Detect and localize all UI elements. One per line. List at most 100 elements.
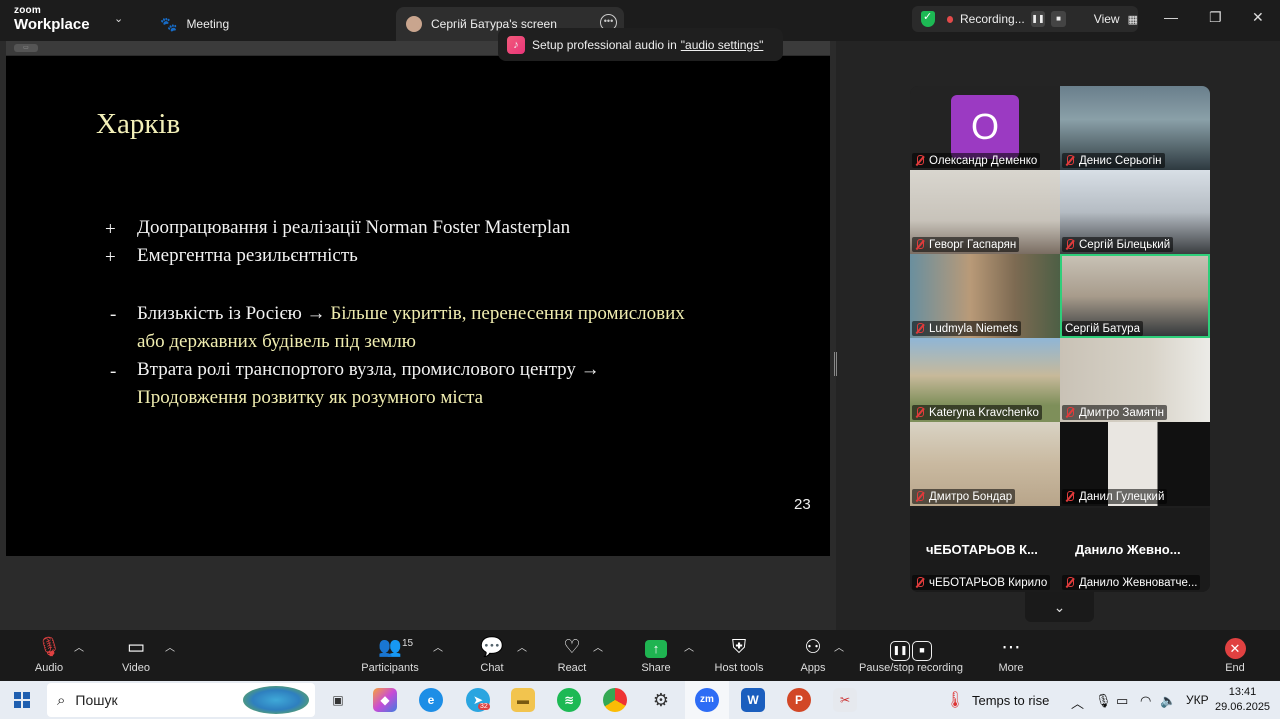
apps-icon: ⚇: [804, 637, 822, 658]
audio-options-caret[interactable]: ︿: [74, 639, 84, 654]
participant-name-text: Дмитро Бондар: [929, 490, 1013, 503]
video-button[interactable]: ▭ Video: [116, 634, 156, 674]
apps-options-caret[interactable]: ︿: [834, 639, 844, 654]
clock[interactable]: 13:41 29.06.2025: [1215, 685, 1270, 715]
chat-button[interactable]: 💬 Chat: [472, 634, 512, 674]
grid-view-icon[interactable]: ▦: [1128, 13, 1138, 26]
participants-label: Participants: [361, 662, 419, 674]
video-tile[interactable]: Дмитро Бондар: [910, 422, 1060, 506]
recording-label: Recording...: [960, 12, 1025, 26]
video-tile[interactable]: Ludmyla Niemets: [910, 254, 1060, 338]
mic-muted-icon: [1065, 490, 1074, 503]
zoom-app-icon[interactable]: zm: [695, 688, 719, 712]
snipping-tool-icon[interactable]: ✂: [833, 688, 857, 712]
microphone-icon[interactable]: 🎙: [1095, 693, 1112, 709]
video-tile-active-speaker[interactable]: Сергій Батура: [1060, 254, 1210, 338]
mic-muted-icon: [915, 406, 924, 419]
maximize-icon[interactable]: ❐: [1209, 9, 1222, 26]
mic-muted-icon: [915, 576, 924, 589]
settings-gear-icon[interactable]: ⚙: [649, 688, 673, 712]
spotify-icon[interactable]: ≋: [557, 688, 581, 712]
audio-label: Audio: [34, 662, 64, 674]
edge-icon[interactable]: e: [419, 688, 443, 712]
gallery-scroll-down-button[interactable]: ⌄: [1025, 592, 1094, 622]
chevron-up-icon[interactable]: ︿: [1071, 693, 1084, 712]
pause-recording-button[interactable]: ❚❚: [1030, 11, 1046, 27]
copilot-icon[interactable]: ◆: [373, 688, 397, 712]
taskbar-search[interactable]: ⌕ Пошук: [47, 683, 315, 717]
slide-bullet: Доопрацювання і реалізації Norman Foster…: [137, 217, 571, 238]
tab-meeting-label: Meeting: [186, 17, 230, 31]
end-button[interactable]: ✕ End: [1215, 634, 1255, 674]
video-label: Video: [122, 662, 150, 674]
video-tile[interactable]: Kateryna Kravchenko: [910, 338, 1060, 422]
chat-options-caret[interactable]: ︿: [517, 639, 527, 654]
more-label: More: [998, 662, 1024, 674]
slide-bullet: Втрата ролі транспортого вузла, промисло…: [137, 356, 600, 412]
participant-name-text: Денис Серьогін: [1079, 154, 1162, 167]
shield-icon[interactable]: [921, 10, 935, 27]
video-tile-off[interactable]: Данило Жевно... Данило Жевноватче...: [1060, 508, 1210, 592]
wifi-icon[interactable]: ◠: [1140, 693, 1151, 709]
participant-big-name: чЕБОТАРЬОВ К...: [926, 542, 1038, 557]
chevron-down-icon[interactable]: ⌄: [114, 12, 123, 25]
react-options-caret[interactable]: ︿: [593, 639, 603, 654]
chrome-icon[interactable]: [603, 688, 627, 712]
avatar: O: [951, 95, 1019, 159]
end-icon: ✕: [1224, 638, 1246, 659]
video-tile-off[interactable]: чЕБОТАРЬОВ К... чЕБОТАРЬОВ Кирило: [910, 508, 1060, 592]
powerpoint-icon[interactable]: P: [787, 688, 811, 712]
language-indicator[interactable]: УКР: [1186, 693, 1209, 707]
more-button[interactable]: ⋯ More: [991, 634, 1031, 674]
window-tag: ▭: [14, 44, 38, 52]
battery-icon[interactable]: ▭: [1116, 693, 1128, 709]
audio-settings-notice[interactable]: ♪ Setup professional audio in "audio set…: [498, 28, 783, 61]
shared-slide: Харків + Доопрацювання і реалізації Norm…: [6, 56, 830, 556]
stop-recording-button[interactable]: ■: [1051, 11, 1066, 27]
music-note-icon: ♪: [507, 35, 525, 54]
video-tile[interactable]: Дмитро Замятін: [1060, 338, 1210, 422]
slide-title: Харків: [96, 108, 181, 140]
react-button[interactable]: ♡ React: [552, 634, 592, 674]
windows-start-icon[interactable]: [14, 692, 30, 708]
share-label: Share: [641, 662, 671, 674]
video-tile[interactable]: Геворг Гаспарян: [910, 170, 1060, 254]
task-view-icon[interactable]: ▣: [326, 688, 350, 712]
close-icon[interactable]: ✕: [1252, 9, 1264, 26]
word-icon[interactable]: W: [741, 688, 765, 712]
tab-meeting[interactable]: 🐾 Meeting: [160, 7, 229, 41]
video-tile[interactable]: Денис Серьогін: [1060, 86, 1210, 170]
share-options-caret[interactable]: ︿: [684, 639, 694, 654]
apps-button[interactable]: ⚇ Apps: [793, 634, 833, 674]
participant-name: Сергій Батура: [1062, 321, 1143, 336]
participants-options-caret[interactable]: ︿: [433, 639, 443, 654]
pause-stop-recording-button[interactable]: ❚❚ ■ Pause/stop recording: [856, 634, 966, 674]
panel-resize-handle[interactable]: [834, 352, 837, 376]
brand-workplace: Workplace: [14, 16, 90, 33]
participant-name-text: чЕБОТАРЬОВ Кирило: [929, 576, 1048, 589]
host-tools-button[interactable]: ⛨ Host tools: [710, 634, 768, 674]
view-button[interactable]: View: [1094, 12, 1120, 26]
weather-text[interactable]: Temps to rise: [972, 693, 1049, 708]
video-tile[interactable]: Данил Гулецкий: [1060, 422, 1210, 506]
participant-name: Олександр Деменко: [912, 153, 1041, 168]
minimize-icon[interactable]: —: [1164, 9, 1178, 25]
telegram-badge: 32: [478, 703, 490, 710]
audio-settings-link[interactable]: "audio settings": [681, 38, 764, 52]
file-explorer-icon[interactable]: ▬: [511, 688, 535, 712]
video-tile[interactable]: O Олександр Деменко: [910, 86, 1060, 170]
record-dot-icon: [946, 15, 953, 23]
speaker-icon[interactable]: 🔈: [1160, 693, 1176, 709]
video-options-caret[interactable]: ︿: [165, 639, 175, 654]
audio-button[interactable]: 🎙 Audio: [30, 634, 68, 674]
share-button[interactable]: ↑ Share: [636, 634, 676, 674]
heart-icon: ♡: [563, 637, 581, 658]
slide-bullet: Близькість із Росією → Більше укриттів, …: [137, 300, 685, 356]
minus-marker: -: [110, 304, 117, 325]
participant-name: Сергій Білецький: [1062, 237, 1174, 252]
video-tile[interactable]: Сергій Білецький: [1060, 170, 1210, 254]
participant-name-text: Kateryna Kravchenko: [929, 406, 1039, 419]
participant-name: Kateryna Kravchenko: [912, 405, 1042, 420]
zoom-window: zoom Workplace ⌄ 🐾 Meeting Сергій Батура…: [0, 0, 1280, 719]
react-label: React: [557, 662, 587, 674]
